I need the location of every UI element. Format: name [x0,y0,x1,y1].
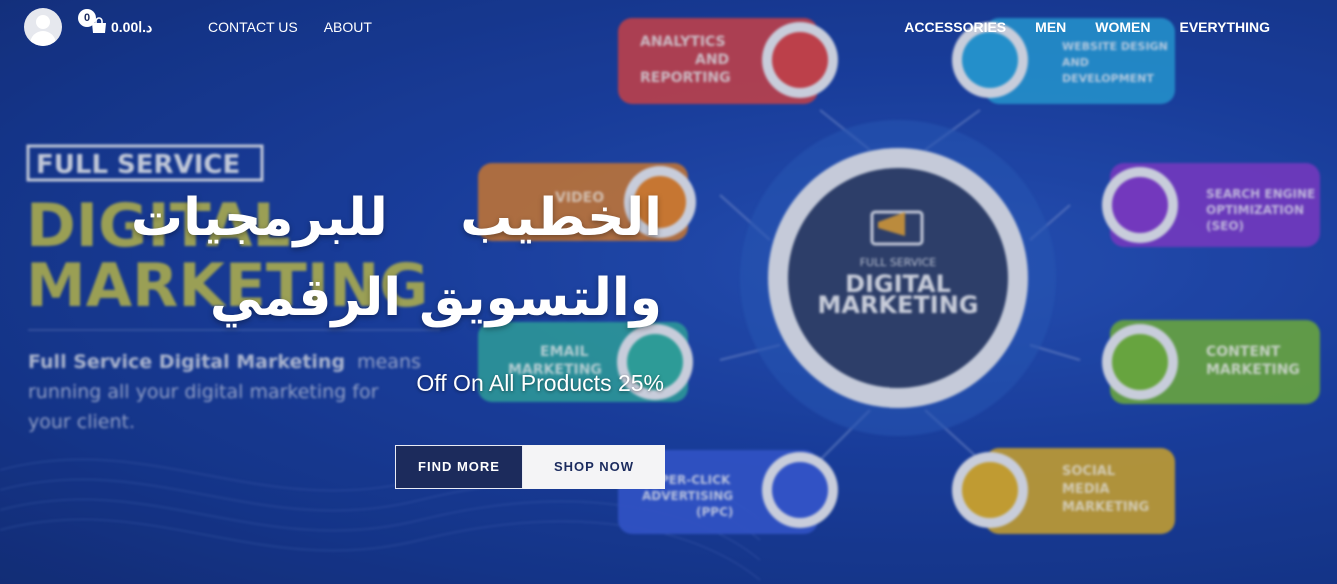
site-header: 0 0.00د.ا CONTACT US ABOUT ACCESSORIES M… [0,0,1337,56]
nav-right: ACCESSORIES MEN WOMEN EVERYTHING [904,19,1270,35]
find-more-button[interactable]: FIND MORE [395,445,523,489]
hero-subtitle: Off On All Products 25% [416,370,664,396]
shop-now-button[interactable]: SHOP NOW [523,445,665,489]
nav-about[interactable]: ABOUT [324,19,372,35]
nav-everything[interactable]: EVERYTHING [1180,19,1271,35]
user-avatar-icon[interactable] [24,8,62,46]
nav-accessories[interactable]: ACCESSORIES [904,19,1006,35]
nav-women[interactable]: WOMEN [1095,19,1150,35]
hero-title: الخطيب للبرمجيات والتسويق الرقمي [60,178,662,338]
nav-contact-us[interactable]: CONTACT US [208,19,298,35]
nav-left: CONTACT US ABOUT [208,19,372,35]
cart-count-badge: 0 [78,9,96,27]
hero-title-line-2: والتسويق الرقمي [209,268,662,328]
nav-men[interactable]: MEN [1035,19,1066,35]
cart-total[interactable]: 0.00د.ا [111,19,152,36]
hero-title-line-1: الخطيب للبرمجيات [130,188,662,248]
